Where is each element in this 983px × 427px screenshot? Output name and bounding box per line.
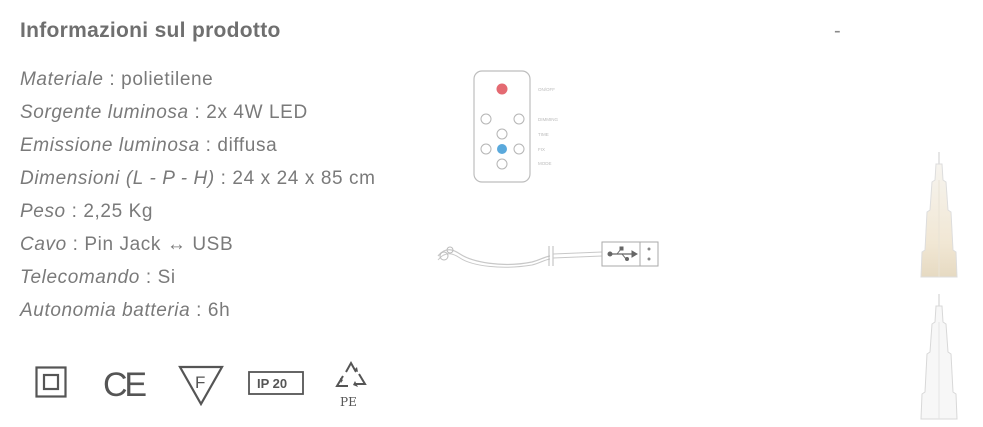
remote-control-image: ON/OFF DIMMING TIME FIX MODE xyxy=(468,68,578,193)
spec-value: : diffusa xyxy=(199,135,278,156)
spec-key: Sorgente luminosa xyxy=(20,102,189,123)
lamp-lit-thumbnail[interactable] xyxy=(915,150,963,285)
ce-text: CE xyxy=(103,366,147,400)
usb-cable-image xyxy=(432,232,667,282)
remote-power-button xyxy=(496,83,508,95)
spec-material: Materiale : polietilene xyxy=(20,66,376,99)
f-mark-icon: F xyxy=(178,364,224,406)
spec-light-emission: Emissione luminosa : diffusa xyxy=(20,132,376,165)
section-title: Informazioni sul prodotto xyxy=(20,19,281,42)
ce-mark-icon: CE xyxy=(103,366,149,400)
remote-label: ON/OFF xyxy=(538,87,555,92)
spec-value: : Pin Jack ↔ USB xyxy=(66,234,234,255)
spec-list: Materiale : polietilene Sorgente luminos… xyxy=(20,66,376,330)
remote-label: FIX xyxy=(538,147,545,152)
spec-key: Autonomia batteria xyxy=(20,300,191,321)
ip-text: IP 20 xyxy=(257,376,287,391)
spec-key: Materiale xyxy=(20,69,104,90)
spec-remote: Telecomando : Si xyxy=(20,264,376,297)
spec-value: : 2,25 Kg xyxy=(65,201,154,222)
spec-key: Emissione luminosa xyxy=(20,135,200,156)
spec-key: Telecomando xyxy=(20,267,140,288)
spec-value: : 6h xyxy=(190,300,231,321)
collapse-toggle[interactable]: - xyxy=(834,20,841,43)
remote-label: TIME xyxy=(538,132,549,137)
ip-rating-icon: IP 20 xyxy=(248,371,304,396)
spec-value: : Si xyxy=(139,267,176,288)
spec-cable: Cavo : Pin Jack ↔ USB xyxy=(20,231,376,264)
spec-weight: Peso : 2,25 Kg xyxy=(20,198,376,231)
spec-key: Peso xyxy=(20,201,66,222)
double-insulation-icon xyxy=(35,366,67,398)
recycle-material-label: PE xyxy=(340,395,357,409)
spec-value: : 24 x 24 x 85 cm xyxy=(214,168,376,189)
recycle-icon xyxy=(334,360,368,392)
spec-battery: Autonomia batteria : 6h xyxy=(20,297,376,330)
spec-value: : polietilene xyxy=(103,69,214,90)
f-text: F xyxy=(195,373,205,392)
lamp-unlit-thumbnail[interactable] xyxy=(915,292,963,427)
remote-label: DIMMING xyxy=(538,117,558,122)
spec-light-source: Sorgente luminosa : 2x 4W LED xyxy=(20,99,376,132)
remote-label: MODE xyxy=(538,161,552,166)
spec-dimensions: Dimensioni (L - P - H) : 24 x 24 x 85 cm xyxy=(20,165,376,198)
remote-center-button xyxy=(497,144,507,154)
spec-value: : 2x 4W LED xyxy=(188,102,308,123)
spec-key: Cavo xyxy=(20,234,67,255)
spec-key: Dimensioni (L - P - H) xyxy=(20,168,215,189)
